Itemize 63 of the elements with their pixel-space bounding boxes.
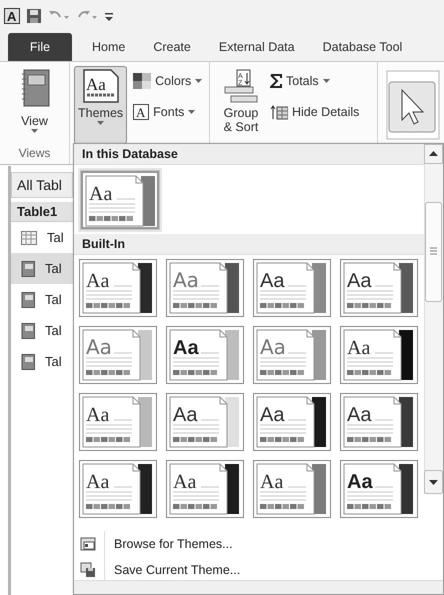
- save-theme-icon: [80, 562, 96, 578]
- caret-icon: [31, 128, 38, 133]
- form-icon: [21, 260, 35, 276]
- hide-details-button[interactable]: Hide Details: [268, 100, 362, 124]
- theme-thumbnail[interactable]: Aa: [253, 460, 331, 518]
- theme-thumbnail[interactable]: Aa: [79, 259, 157, 317]
- resize-grip[interactable]: [74, 580, 443, 594]
- caret-icon: [322, 79, 330, 84]
- form-icon: [21, 354, 35, 370]
- navigation-item[interactable]: Tal: [11, 253, 73, 284]
- menu-item[interactable]: Browse for Themes...: [74, 531, 443, 557]
- ribbon-tab[interactable]: Create: [139, 33, 205, 61]
- theme-thumbnail[interactable]: Aa: [79, 393, 157, 451]
- color-squares-icon: [133, 73, 152, 90]
- scroll-up-icon[interactable]: [424, 144, 443, 164]
- theme-thumbnail[interactable]: Aa: [340, 259, 418, 317]
- ribbon-tab[interactable]: Home: [78, 33, 140, 61]
- theme-thumbnail[interactable]: Aa: [253, 259, 331, 317]
- form-icon: [21, 322, 35, 338]
- theme-thumbnail[interactable]: Aa: [166, 259, 244, 317]
- theme-thumbnail[interactable]: Aa: [340, 326, 418, 384]
- navigation-item[interactable]: Tal: [11, 346, 73, 377]
- theme-thumbnail[interactable]: Aa: [340, 460, 418, 518]
- app-logo-icon[interactable]: A: [4, 8, 20, 24]
- pane-header[interactable]: All Tabl: [11, 172, 73, 198]
- notebook-icon: [20, 69, 50, 107]
- ribbon-tab[interactable]: Database Tool: [308, 33, 416, 61]
- theme-thumbnail[interactable]: Aa: [253, 326, 331, 384]
- scroll-thumb-icon[interactable]: [425, 202, 442, 302]
- group-header[interactable]: Table1: [11, 202, 73, 222]
- theme-thumbnail[interactable]: Aa: [340, 393, 418, 451]
- navigation-item[interactable]: Tal: [11, 284, 73, 315]
- navigation-item[interactable]: Tal: [11, 222, 73, 253]
- file-tab[interactable]: File: [8, 33, 72, 61]
- font-letter-icon: A: [133, 104, 150, 120]
- totals-button[interactable]: Totals: [268, 70, 362, 93]
- details-icon: [270, 104, 288, 120]
- caret-icon: [195, 79, 202, 84]
- group-label: Views: [18, 145, 50, 162]
- scroll-down-icon[interactable]: [424, 470, 443, 494]
- theme-thumbnail[interactable]: Aa: [166, 393, 244, 451]
- theme-thumbnail[interactable]: Aa: [81, 171, 159, 229]
- theme-thumbnail[interactable]: Aa: [166, 326, 244, 384]
- caret-icon: [97, 120, 104, 125]
- fonts-button[interactable]: A Fonts: [131, 100, 204, 124]
- table-icon: [21, 230, 37, 244]
- pointer-tool-icon[interactable]: [386, 70, 440, 140]
- folder-icon: [80, 536, 96, 552]
- theme-thumbnail[interactable]: Aa: [253, 393, 331, 451]
- caret-icon: [188, 110, 196, 114]
- sigma-icon: [270, 74, 282, 88]
- theme-thumbnail[interactable]: Aa: [79, 326, 157, 384]
- colors-button[interactable]: Colors: [131, 70, 204, 93]
- theme-document-icon: Aa: [82, 69, 119, 103]
- scrollbar[interactable]: [424, 144, 443, 494]
- theme-thumbnail[interactable]: Aa: [166, 460, 244, 518]
- themes-button[interactable]: Aa Themes: [74, 66, 128, 144]
- view-button[interactable]: View: [16, 66, 54, 136]
- navigation-item[interactable]: Tal: [11, 315, 73, 346]
- form-icon: [21, 292, 35, 308]
- ribbon-tab[interactable]: External Data: [204, 33, 309, 61]
- save-icon[interactable]: [26, 8, 42, 24]
- theme-thumbnail[interactable]: Aa: [79, 460, 157, 518]
